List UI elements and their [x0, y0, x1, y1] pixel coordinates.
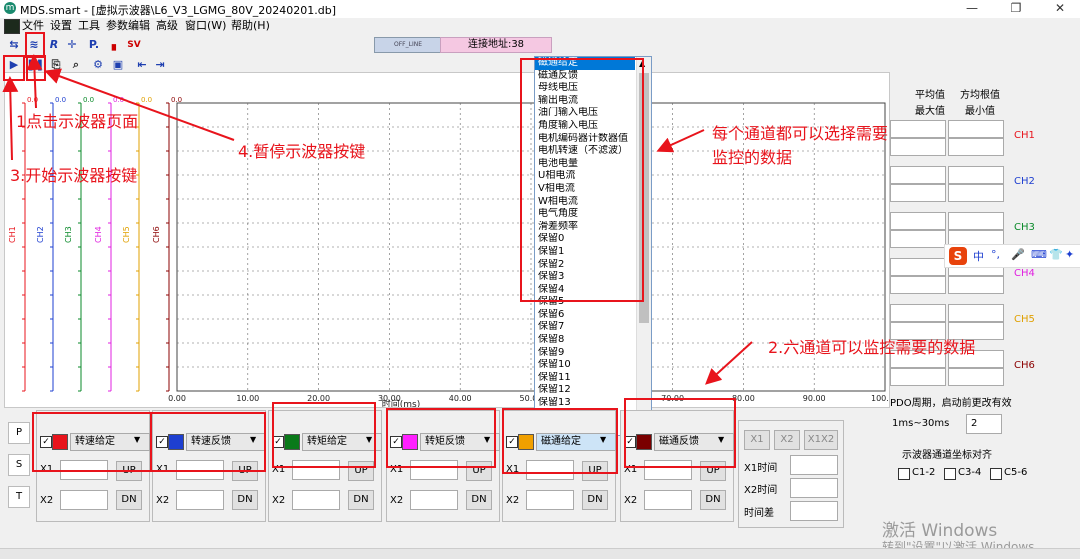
arrow-to-dropdown	[656, 129, 705, 153]
arrow-to-channel-panels	[705, 341, 753, 385]
annotation-pause: 4.暂停示波器按键	[238, 142, 366, 161]
arrow-to-start	[2, 76, 19, 161]
annotation-click-oscilloscope: 1点击示波器页面	[16, 112, 139, 131]
annotation-arrows	[2, 54, 753, 385]
horizontal-scrollbar[interactable]	[0, 548, 1080, 559]
annotation-start: 3.开始示波器按键	[10, 166, 138, 185]
annotation-six-channels: 2.六通道可以监控需要的数据	[768, 338, 976, 357]
annotation-select-data: 每个通道都可以选择需要 监控的数据	[712, 124, 889, 167]
arrow-to-oscilloscope	[26, 54, 43, 109]
